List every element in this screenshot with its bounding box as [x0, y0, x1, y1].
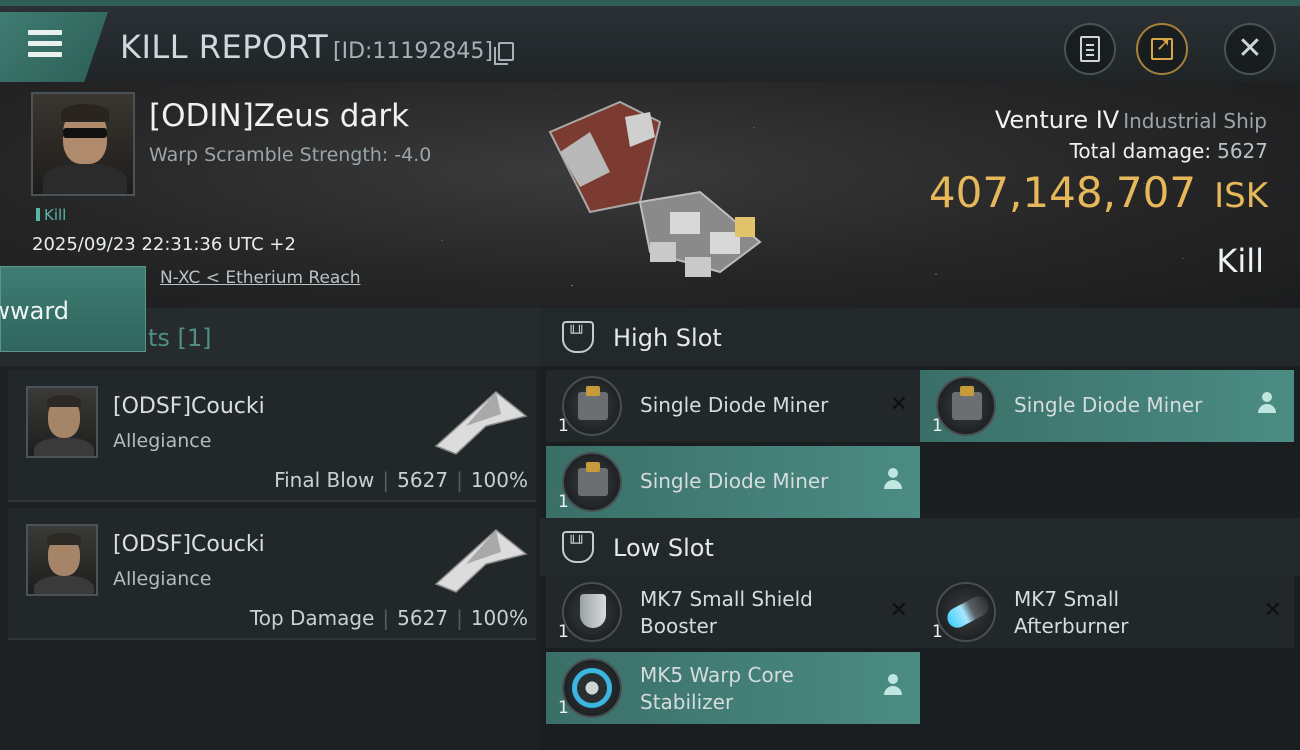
- clipboard-button[interactable]: [1064, 23, 1116, 75]
- attacker-stats: Final Blow | 5627 | 100%: [274, 468, 528, 492]
- pilot-icon: [1258, 392, 1276, 416]
- menu-button[interactable]: [0, 12, 108, 82]
- copy-icon[interactable]: [494, 42, 514, 65]
- module-item[interactable]: 1 MK7 Small Shield Booster ✕: [546, 576, 920, 648]
- attacker-row[interactable]: [ODSF]Coucki Allegiance Final Blow | 5627 |…: [8, 370, 536, 502]
- menu-icon: [28, 30, 62, 63]
- afterburner-icon: [936, 582, 996, 642]
- module-item[interactable]: 1 Single Diode Miner ✕: [546, 370, 920, 442]
- report-id: [ID:11192845]: [333, 39, 493, 64]
- clipboard-icon: [1080, 36, 1100, 62]
- destroyed-icon: ✕: [889, 598, 908, 623]
- header-bar: KILL REPORT [ID:11192845] ✕: [0, 0, 1300, 82]
- attacker-corp: Allegiance: [113, 568, 212, 590]
- attacker-name: [ODSF]Coucki: [113, 394, 265, 419]
- module-item[interactable]: 1 Single Diode Miner: [546, 446, 920, 518]
- victim-portrait[interactable]: [31, 92, 135, 196]
- share-icon: [1151, 34, 1173, 60]
- shield-booster-icon: [562, 582, 622, 642]
- warp-scramble-strength: Warp Scramble Strength: -4.0: [149, 144, 432, 166]
- share-button[interactable]: [1136, 23, 1188, 75]
- attacker-ship-image: [434, 529, 528, 593]
- fitting-panel: High Slot 1 Single Diode Miner ✕ 1 Singl…: [540, 308, 1300, 750]
- forward-label: rwward: [0, 297, 69, 325]
- victim-ship-image: [548, 100, 762, 277]
- isk-value: 407,148,707 ISK: [928, 168, 1268, 217]
- victim-name[interactable]: [ODIN]Zeus dark: [149, 98, 409, 134]
- module-item[interactable]: 1 MK7 Small Afterburner ✕: [920, 576, 1294, 648]
- close-icon: ✕: [1237, 31, 1263, 66]
- mining-laser-icon: [936, 376, 996, 436]
- attacker-portrait[interactable]: [26, 386, 98, 458]
- ship-class: Industrial Ship: [1123, 109, 1267, 133]
- mining-laser-icon: [562, 452, 622, 512]
- module-item[interactable]: 1 Single Diode Miner: [920, 370, 1294, 442]
- module-item[interactable]: 1 MK5 Warp Core Stabilizer: [546, 652, 920, 724]
- victim-panel: Kill [ODIN]Zeus dark Warp Scramble Stren…: [0, 82, 1300, 308]
- low-slot-header: Low Slot: [540, 518, 1300, 576]
- attacker-portrait[interactable]: [26, 524, 98, 596]
- kill-location-link[interactable]: N-XC < Etherium Reach: [160, 268, 360, 288]
- victim-ship-name[interactable]: Venture IV Industrial Ship: [995, 106, 1267, 134]
- total-damage: Total damage: 5627: [1069, 139, 1268, 163]
- destroyed-icon: ✕: [1263, 598, 1282, 623]
- attacker-name: [ODSF]Coucki: [113, 532, 265, 557]
- kill-datetime: 2025/09/23 22:31:36 UTC +2: [32, 234, 296, 255]
- kill-tag: Kill: [36, 206, 66, 224]
- page-title: KILL REPORT: [120, 28, 329, 66]
- attacker-row[interactable]: [ODSF]Coucki Allegiance Top Damage | 5627 |…: [8, 508, 536, 640]
- low-slot-icon: [562, 531, 594, 563]
- pilot-icon: [884, 674, 902, 698]
- attacker-corp: Allegiance: [113, 430, 212, 452]
- destroyed-icon: ✕: [889, 392, 908, 417]
- high-slot-header: High Slot: [540, 308, 1300, 366]
- attacker-ship-image: [434, 391, 528, 455]
- high-slot-icon: [562, 321, 594, 353]
- forward-button[interactable]: rwward: [0, 266, 146, 352]
- warp-core-stabilizer-icon: [562, 658, 622, 718]
- mining-laser-icon: [562, 376, 622, 436]
- pilot-icon: [884, 468, 902, 492]
- participants-panel: ts [1] [ODSF]Coucki Allegiance Final Blo…: [0, 308, 540, 750]
- close-button[interactable]: ✕: [1224, 23, 1276, 75]
- kill-result: Kill: [1216, 242, 1264, 280]
- attacker-stats: Top Damage | 5627 | 100%: [249, 606, 528, 630]
